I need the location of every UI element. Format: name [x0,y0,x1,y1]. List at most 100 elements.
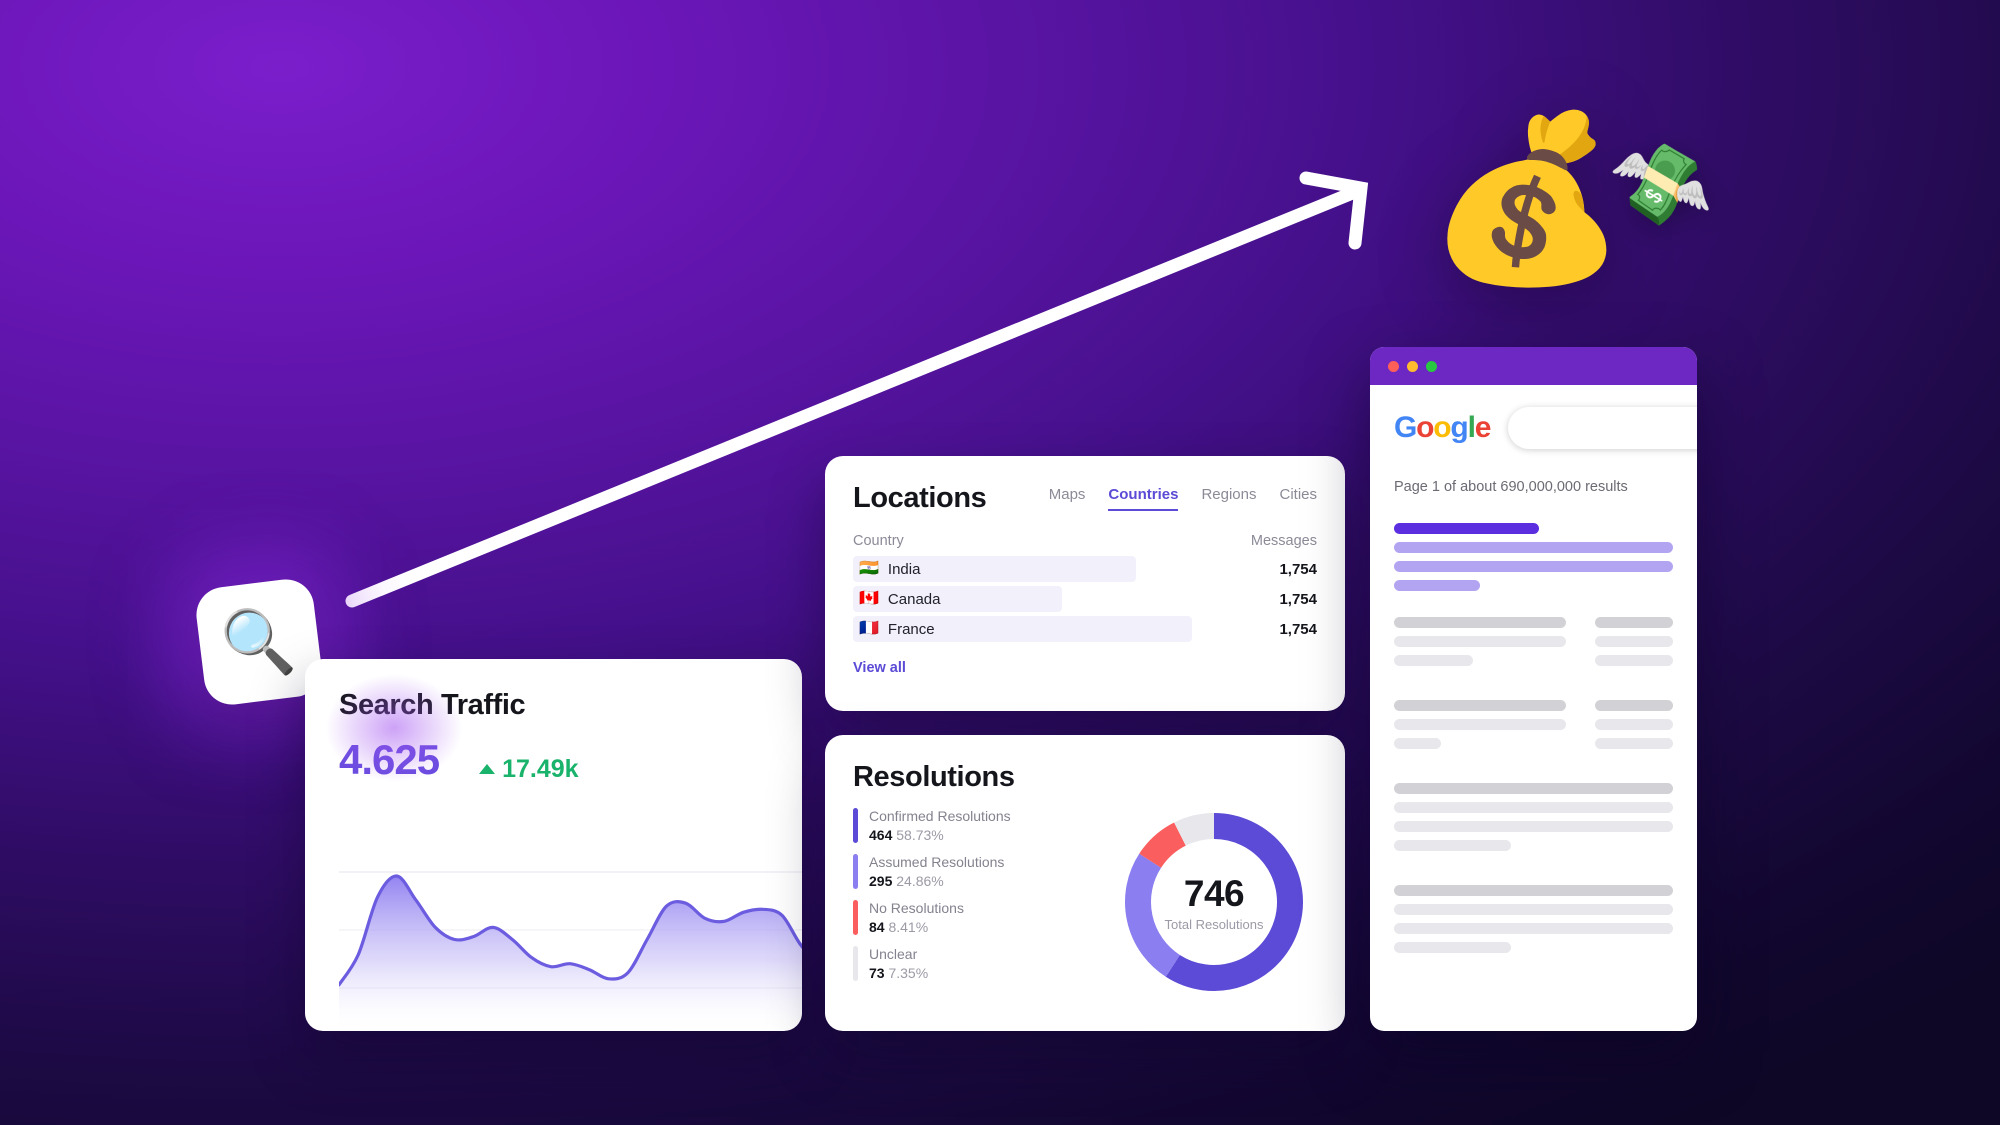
locations-tab-countries[interactable]: Countries [1108,486,1179,511]
legend-percent: 7.35% [888,965,929,981]
legend-count: 73 [869,965,885,981]
legend-swatch [853,854,858,889]
result-skeleton-list [1394,617,1673,961]
skeleton-bar [1595,655,1673,666]
money-bag-icon: 💰 [1426,108,1628,289]
table-row[interactable]: 🇮🇳 India 1,754 [853,556,1317,582]
skeleton-column [1394,783,1673,859]
country-cell: 🇫🇷 France [853,621,935,638]
table-row[interactable]: 🇫🇷 France 1,754 [853,616,1317,642]
skeleton-bar [1394,636,1567,647]
skeleton-bar [1394,885,1673,896]
skeleton-column [1394,885,1673,961]
legend-item: Assumed Resolutions 295 24.86% [853,854,1108,889]
skeleton-bar [1394,561,1673,572]
search-traffic-delta: 17.49k [479,755,579,784]
search-traffic-value: 4.625 [339,736,440,783]
messages-cell: 1,754 [1279,560,1317,578]
skeleton-column [1394,700,1581,757]
legend-item: Unclear 73 7.35% [853,946,1108,981]
resolutions-donut-chart: 746 Total Resolutions [1114,802,1314,1002]
column-header-country: Country [853,533,904,549]
highlighted-result-skeleton [1394,523,1673,591]
window-minimize-button[interactable] [1407,360,1418,372]
window-maximize-button[interactable] [1426,360,1437,372]
skeleton-bar [1394,738,1441,749]
skeleton-column [1595,617,1673,674]
money-illustration: 💰 💸 [1408,70,1716,330]
total-resolutions-label: Total Resolutions [1164,916,1264,932]
flag-icon: 🇫🇷 [859,620,879,637]
legend-count: 464 [869,827,893,843]
skeleton-bar [1394,802,1673,813]
flag-icon: 🇨🇦 [859,590,879,607]
country-name: India [887,560,921,578]
result-skeleton-block [1394,783,1673,859]
locations-tab-regions[interactable]: Regions [1201,486,1256,511]
legend-count: 295 [869,873,893,889]
legend-swatch [853,808,858,843]
skeleton-column [1595,700,1673,757]
legend-label: Assumed Resolutions [869,854,1005,870]
legend-percent: 58.73% [896,827,944,843]
legend-item: No Resolutions 84 8.41% [853,900,1108,935]
legend-percent: 8.41% [888,919,929,935]
donut-center-label: 746 Total Resolutions [1114,802,1314,1002]
resolutions-title: Resolutions [853,761,1015,793]
skeleton-bar [1394,923,1673,934]
google-search-input[interactable] [1508,407,1697,449]
view-all-link[interactable]: View all [825,646,934,676]
skeleton-bar [1394,942,1512,953]
skeleton-bar [1394,617,1567,628]
skeleton-bar [1394,580,1481,591]
window-close-button[interactable] [1388,360,1399,372]
scene: 💰 💸 🔍 Search Traffic 4.625 17.49k Locati… [0,0,2000,1125]
country-cell: 🇨🇦 Canada [853,591,940,608]
messages-cell: 1,754 [1279,590,1317,608]
skeleton-bar [1595,738,1673,749]
google-logo: Google [1394,411,1491,444]
locations-rows: 🇮🇳 India 1,754 🇨🇦 Canada 1,754 🇫🇷 France 1,754 [825,549,1345,642]
legend-swatch [853,900,858,935]
legend-label: Confirmed Resolutions [869,808,1011,824]
result-skeleton-block [1394,617,1673,674]
results-count-text: Page 1 of about 690,000,000 results [1394,479,1628,495]
country-name: Canada [887,590,941,608]
legend-swatch [853,946,858,981]
flying-money-icon: 💸 [1604,132,1717,239]
browser-titlebar [1370,347,1697,385]
locations-card: Locations Maps Countries Regions Cities Cou… [825,456,1345,711]
google-browser-window: Google Page 1 of about 690,000,000 resul… [1370,347,1697,1031]
skeleton-bar [1595,617,1673,628]
country-name: France [887,620,935,638]
locations-title: Locations [853,482,987,514]
skeleton-bar [1394,542,1673,553]
flag-icon: 🇮🇳 [859,560,879,577]
trend-up-icon [479,764,496,774]
skeleton-bar [1394,700,1567,711]
skeleton-bar [1394,719,1567,730]
skeleton-bar [1394,655,1473,666]
country-cell: 🇮🇳 India [853,561,920,578]
legend-figures: 464 58.73% [869,827,1011,843]
search-traffic-chart [339,864,802,1031]
legend-label: Unclear [869,946,918,962]
skeleton-bar [1595,636,1673,647]
result-skeleton-block [1394,700,1673,757]
skeleton-bar [1394,840,1512,851]
legend-figures: 295 24.86% [869,873,1004,889]
skeleton-bar [1394,821,1673,832]
locations-tabs: Maps Countries Regions Cities [1049,486,1317,515]
locations-tab-cities[interactable]: Cities [1279,486,1317,511]
resolutions-card: Resolutions Confirmed Resolutions 464 58.… [825,735,1345,1031]
skeleton-bar [1394,904,1673,915]
legend-figures: 84 8.41% [869,919,964,935]
total-resolutions-value: 746 [1183,872,1245,914]
result-skeleton-block [1394,885,1673,961]
search-traffic-card: Search Traffic 4.625 17.49k [305,659,802,1031]
skeleton-bar [1595,719,1673,730]
table-row[interactable]: 🇨🇦 Canada 1,754 [853,586,1317,612]
legend-figures: 73 7.35% [869,965,928,981]
messages-cell: 1,754 [1279,620,1317,638]
locations-tab-maps[interactable]: Maps [1049,486,1086,511]
